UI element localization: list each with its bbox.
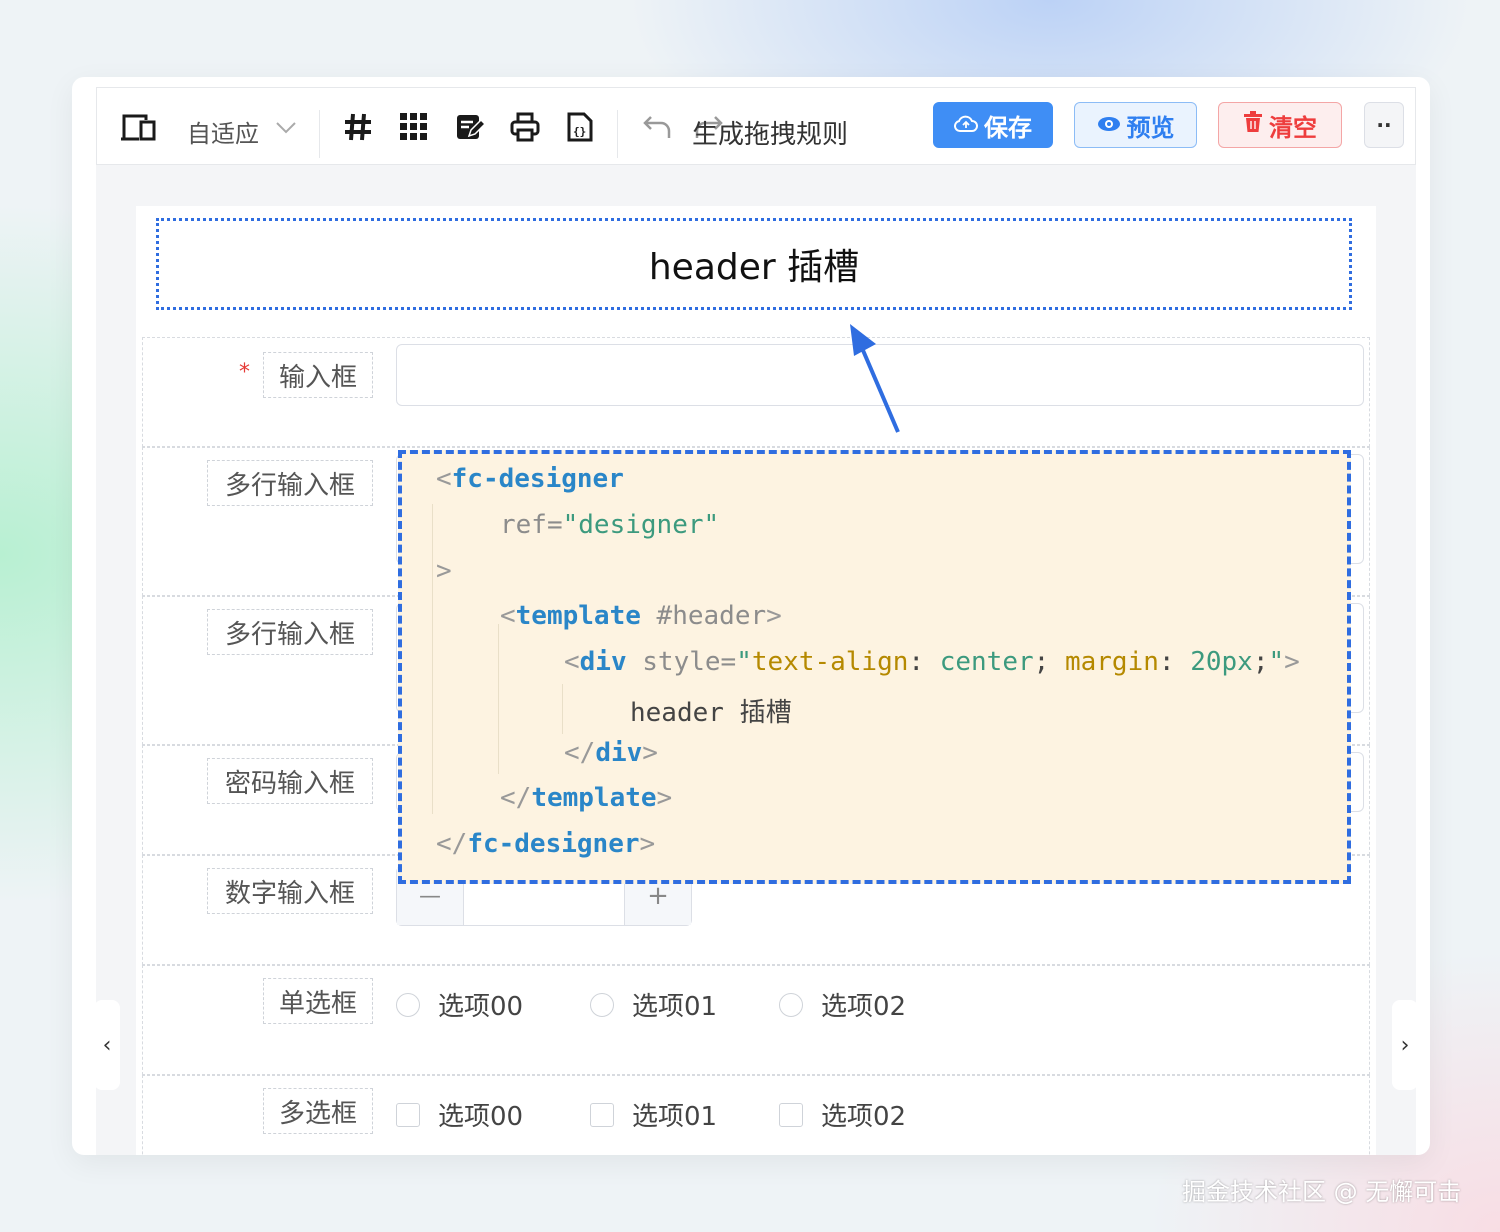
save-button[interactable]: 保存 — [933, 102, 1053, 148]
radio-option[interactable]: 选项02 — [779, 986, 906, 1023]
undo-icon[interactable] — [641, 112, 675, 142]
code-line: </template> — [500, 783, 673, 813]
option-label: 选项00 — [438, 1102, 524, 1132]
next-button[interactable]: › — [1392, 1000, 1418, 1090]
code-line: </div> — [564, 738, 658, 768]
indent-guide — [432, 504, 433, 814]
radio-circle[interactable] — [779, 992, 803, 1017]
option-label: 选项00 — [438, 992, 524, 1022]
code-line: <fc-designer — [436, 464, 624, 494]
clear-label: 清空 — [1269, 113, 1317, 142]
code-line: </fc-designer> — [436, 829, 656, 859]
indent-guide — [498, 624, 499, 774]
code-line: ref="designer" — [500, 510, 720, 540]
checkbox[interactable] — [779, 1102, 803, 1127]
eye-icon — [1097, 111, 1121, 139]
grid-icon[interactable] — [397, 110, 431, 144]
option-label: 选项02 — [821, 1102, 907, 1132]
radio-circle[interactable] — [396, 992, 420, 1017]
option-label: 选项02 — [821, 992, 907, 1022]
field-label: 多行输入框 — [207, 609, 373, 655]
device-icon[interactable] — [121, 110, 157, 144]
radio-circle[interactable] — [590, 992, 614, 1017]
generate-rule-link[interactable]: 生成拖拽规则 — [692, 114, 848, 151]
json-file-icon[interactable]: {} — [563, 110, 597, 144]
svg-text:{}: {} — [573, 125, 586, 138]
checkbox[interactable] — [396, 1102, 420, 1127]
print-icon[interactable] — [508, 110, 542, 144]
option-label: 选项01 — [632, 992, 718, 1022]
checkbox[interactable] — [590, 1102, 614, 1127]
code-line: > — [436, 556, 452, 586]
prev-button[interactable]: ‹ — [94, 1000, 120, 1090]
checkbox-option[interactable]: 选项01 — [590, 1096, 717, 1133]
divider — [617, 110, 618, 158]
device-select[interactable]: 自适应 — [187, 114, 259, 149]
edit-form-icon[interactable] — [453, 110, 487, 144]
trash-icon — [1243, 111, 1263, 139]
preview-label: 预览 — [1126, 113, 1175, 142]
save-label: 保存 — [984, 113, 1032, 142]
radio-option[interactable]: 选项01 — [590, 986, 717, 1023]
toolbar: 自适应 {} 生成拖拽规则 保存 预览 清空 ·· — [96, 87, 1416, 165]
form-item-input[interactable]: * 输入框 — [142, 337, 1370, 447]
field-label: 密码输入框 — [207, 758, 373, 804]
code-snippet: <fc-designer ref="designer" > <template … — [398, 450, 1351, 884]
cloud-icon — [954, 111, 978, 139]
option-label: 选项01 — [632, 1102, 718, 1132]
checkbox-option[interactable]: 选项02 — [779, 1096, 906, 1133]
required-mark: * — [239, 360, 250, 385]
indent-guide — [562, 684, 563, 734]
checkbox-option[interactable]: 选项00 — [396, 1096, 523, 1133]
field-label: 单选框 — [263, 978, 373, 1024]
field-label: 多行输入框 — [207, 460, 373, 506]
watermark: 掘金技术社区 @ 无懈可击 — [1182, 1178, 1462, 1206]
arrow-icon — [850, 324, 900, 433]
header-slot[interactable]: header 插槽 — [156, 218, 1352, 310]
preview-button[interactable]: 预览 — [1074, 102, 1197, 148]
field-label: 输入框 — [263, 352, 373, 398]
field-label: 多选框 — [263, 1088, 373, 1134]
more-button[interactable]: ·· — [1364, 102, 1404, 148]
grid-hash-icon[interactable] — [341, 110, 375, 144]
form-item-radio[interactable]: 单选框 选项00 选项01 选项02 — [142, 965, 1370, 1075]
chevron-down-icon[interactable] — [273, 118, 299, 138]
code-line: header 插槽 — [630, 698, 792, 728]
code-line: <div style="text-align: center; margin: … — [564, 647, 1300, 677]
radio-option[interactable]: 选项00 — [396, 986, 523, 1023]
code-line: <template #header> — [500, 601, 782, 631]
form-item-checkbox[interactable]: 多选框 选项00 选项01 选项02 — [142, 1075, 1370, 1155]
field-label: 数字输入框 — [207, 868, 373, 914]
clear-button[interactable]: 清空 — [1218, 102, 1342, 148]
divider — [319, 110, 320, 158]
